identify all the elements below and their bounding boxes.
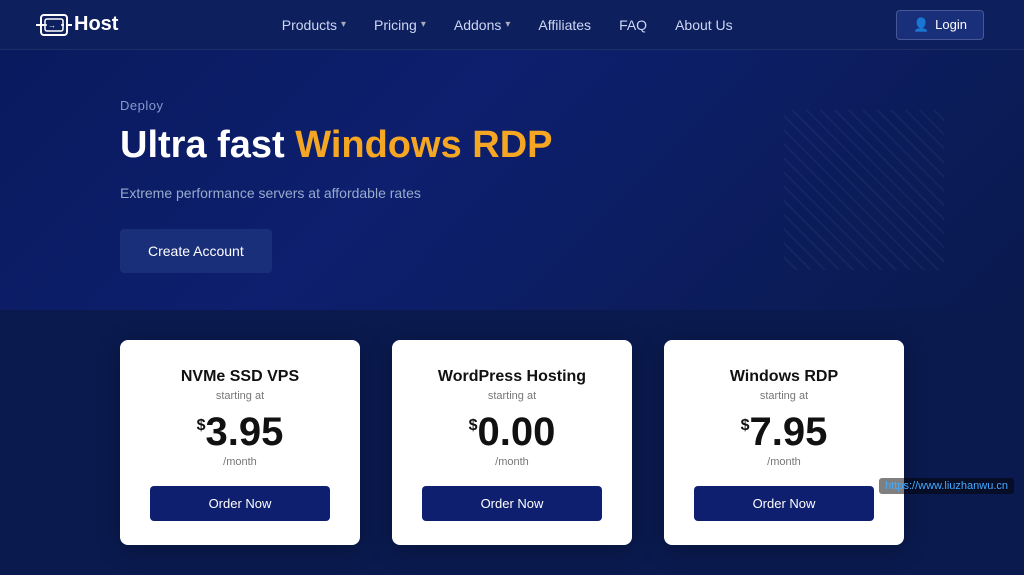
hero-subtitle: Extreme performance servers at affordabl…	[120, 185, 1024, 201]
nav-item-affiliates[interactable]: Affiliates	[538, 17, 591, 33]
navbar: → Host Products ▾ Pricing ▾ Addons ▾ Aff…	[0, 0, 1024, 50]
card-nvme-ssd-vps: NVMe SSD VPS starting at $ 3.95 /month O…	[120, 340, 360, 545]
nav-link-pricing[interactable]: Pricing ▾	[374, 17, 426, 33]
nav-links: Products ▾ Pricing ▾ Addons ▾ Affiliates…	[282, 17, 733, 33]
card-starting-nvme: starting at	[150, 390, 330, 402]
card-windows-rdp: Windows RDP starting at $ 7.95 /month Or…	[664, 340, 904, 545]
card-wordpress-hosting: WordPress Hosting starting at $ 0.00 /mo…	[392, 340, 632, 545]
login-button[interactable]: 👤 Login	[896, 10, 984, 40]
card-period-wp: /month	[422, 456, 602, 468]
svg-text:→: →	[48, 21, 56, 30]
nav-link-affiliates[interactable]: Affiliates	[538, 17, 591, 33]
card-price-rdp: $ 7.95	[694, 412, 874, 452]
nav-link-faq[interactable]: FAQ	[619, 17, 647, 33]
logo[interactable]: → Host	[40, 13, 118, 36]
hero-title-prefix: Ultra fast	[120, 124, 295, 166]
nav-item-faq[interactable]: FAQ	[619, 17, 647, 33]
hero-section: Deploy Ultra fast Windows RDP Extreme pe…	[0, 50, 1024, 310]
nav-link-addons[interactable]: Addons ▾	[454, 17, 511, 33]
card-period-nvme: /month	[150, 456, 330, 468]
card-dollar-wp: $	[469, 418, 478, 434]
card-title-nvme: NVMe SSD VPS	[150, 368, 330, 386]
nav-item-addons[interactable]: Addons ▾	[454, 17, 511, 33]
card-price-nvme: $ 3.95	[150, 412, 330, 452]
card-price-wp: $ 0.00	[422, 412, 602, 452]
pricing-cards-section: NVMe SSD VPS starting at $ 3.95 /month O…	[0, 310, 1024, 575]
card-dollar-nvme: $	[197, 418, 206, 434]
card-dollar-rdp: $	[741, 418, 750, 434]
chevron-down-icon: ▾	[341, 19, 346, 30]
user-icon: 👤	[913, 17, 929, 33]
card-title-wp: WordPress Hosting	[422, 368, 602, 386]
deploy-label: Deploy	[120, 98, 1024, 113]
chevron-down-icon: ▾	[421, 19, 426, 30]
nav-item-about[interactable]: About Us	[675, 17, 733, 33]
chevron-down-icon: ▾	[505, 19, 510, 30]
card-title-rdp: Windows RDP	[694, 368, 874, 386]
card-starting-wp: starting at	[422, 390, 602, 402]
nav-item-products[interactable]: Products ▾	[282, 17, 346, 33]
brand-name: Host	[74, 13, 118, 36]
create-account-button[interactable]: Create Account	[120, 229, 272, 273]
hero-title-highlight: Windows RDP	[295, 124, 552, 166]
hero-title: Ultra fast Windows RDP	[120, 123, 1024, 169]
card-amount-wp: 0.00	[478, 412, 556, 452]
nav-link-products[interactable]: Products ▾	[282, 17, 346, 33]
watermark: https://www.liuzhanwu.cn	[879, 478, 1014, 494]
nav-item-pricing[interactable]: Pricing ▾	[374, 17, 426, 33]
nav-link-about[interactable]: About Us	[675, 17, 733, 33]
card-period-rdp: /month	[694, 456, 874, 468]
card-amount-rdp: 7.95	[750, 412, 828, 452]
logo-icon: →	[40, 14, 68, 36]
card-amount-nvme: 3.95	[206, 412, 284, 452]
card-starting-rdp: starting at	[694, 390, 874, 402]
